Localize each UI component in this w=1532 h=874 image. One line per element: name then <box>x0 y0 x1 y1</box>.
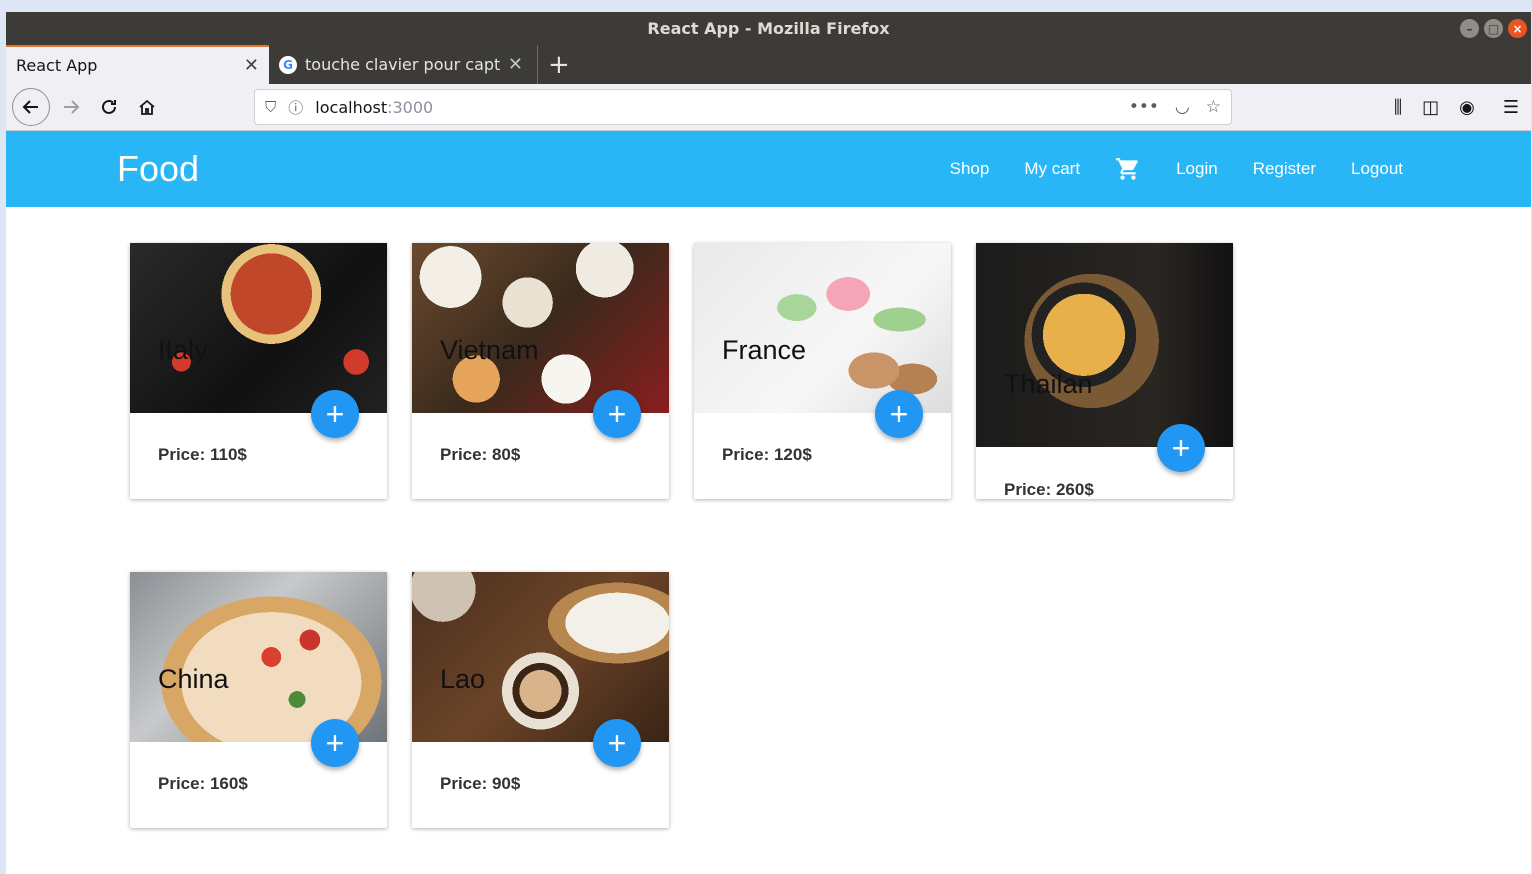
hamburger-menu-icon[interactable]: ☰ <box>1503 97 1519 118</box>
forward-arrow-icon <box>64 100 80 114</box>
product-price: Price: 120$ <box>722 445 812 464</box>
product-card-italy: Italy + Price: 110$ <box>130 243 387 499</box>
sidebar-icon[interactable]: ◫ <box>1422 97 1439 118</box>
library-icon[interactable]: ⫼ <box>1394 97 1402 118</box>
product-price: Price: 160$ <box>158 774 248 793</box>
product-card-lao: Lao + Price: 90$ <box>412 572 669 828</box>
product-price: Price: 90$ <box>440 774 521 793</box>
product-card-china: China + Price: 160$ <box>130 572 387 828</box>
add-to-cart-button[interactable]: + <box>311 390 359 438</box>
tab-react-app[interactable]: React App ✕ <box>6 45 269 84</box>
tab-close-icon[interactable]: ✕ <box>508 54 523 75</box>
product-image: Lao <box>412 572 669 742</box>
app-header: Food Shop My cart Login Register Logout <box>6 131 1531 207</box>
pocket-icon[interactable]: ◡ <box>1175 97 1190 117</box>
back-arrow-icon <box>22 100 38 114</box>
product-country: Italy <box>158 335 208 365</box>
product-card-thailand: Thailan + Price: 260$ <box>976 243 1233 499</box>
page-actions-icon[interactable]: ••• <box>1129 97 1159 117</box>
window-controls: – □ × <box>1460 19 1527 38</box>
tracking-shield-icon[interactable]: ⛉ <box>265 98 276 116</box>
product-image: Thailan <box>976 243 1233 447</box>
maximize-icon[interactable]: □ <box>1484 19 1503 38</box>
tab-label: React App <box>16 56 98 75</box>
menu-item-register[interactable]: Register <box>1253 159 1316 179</box>
new-tab-button[interactable]: + <box>537 45 580 84</box>
product-country: Vietnam <box>440 335 539 365</box>
add-to-cart-button[interactable]: + <box>1157 424 1205 472</box>
bookmark-star-icon[interactable]: ☆ <box>1206 97 1221 117</box>
account-icon[interactable]: ◉ <box>1459 97 1475 118</box>
forward-button[interactable] <box>54 90 88 124</box>
url-bar[interactable]: ⛉ ⓘ localhost:3000 ••• ◡ ☆ <box>254 89 1232 125</box>
product-country: China <box>158 664 229 694</box>
site-info-icon[interactable]: ⓘ <box>288 97 303 118</box>
window-titlebar: React App - Mozilla Firefox – □ × <box>6 12 1531 45</box>
minimize-icon[interactable]: – <box>1460 19 1479 38</box>
add-to-cart-button[interactable]: + <box>875 390 923 438</box>
navigation-toolbar: ⛉ ⓘ localhost:3000 ••• ◡ ☆ ⫼ ◫ ◉ ☰ <box>6 84 1531 131</box>
home-icon <box>139 99 155 115</box>
reload-button[interactable] <box>92 90 126 124</box>
product-country: Thailan <box>1004 369 1093 399</box>
product-price: Price: 260$ <box>1004 480 1094 499</box>
brand-title[interactable]: Food <box>117 148 199 190</box>
back-button[interactable] <box>12 88 50 126</box>
toolbar-right: ⫼ ◫ ◉ ☰ <box>1394 97 1525 118</box>
product-image: Vietnam <box>412 243 669 413</box>
window-title: React App - Mozilla Firefox <box>647 19 890 38</box>
shopping-cart-icon[interactable] <box>1115 156 1141 182</box>
add-to-cart-button[interactable]: + <box>311 719 359 767</box>
url-port: :3000 <box>387 97 434 117</box>
main-menu: Shop My cart Login Register Logout <box>950 156 1403 182</box>
close-window-icon[interactable]: × <box>1508 19 1527 38</box>
menu-item-shop[interactable]: Shop <box>950 159 990 179</box>
google-favicon-icon: G <box>279 55 297 74</box>
product-country: Lao <box>440 664 486 694</box>
add-to-cart-button[interactable]: + <box>593 719 641 767</box>
tab-label: touche clavier pour capt <box>305 55 501 74</box>
tab-strip: React App ✕ G touche clavier pour capt ✕… <box>6 45 1531 84</box>
url-host: localhost <box>315 97 388 117</box>
product-price: Price: 110$ <box>158 445 247 464</box>
product-card-france: France + Price: 120$ <box>694 243 951 499</box>
reload-icon <box>102 99 116 114</box>
product-grid: Italy + Price: 110$ Vietnam + Price: 80$… <box>6 207 1531 874</box>
product-image: Italy <box>130 243 387 413</box>
home-button[interactable] <box>130 90 164 124</box>
tab-google-search[interactable]: G touche clavier pour capt ✕ <box>269 45 533 84</box>
menu-item-login[interactable]: Login <box>1176 159 1218 179</box>
product-image: China <box>130 572 387 742</box>
menu-item-logout[interactable]: Logout <box>1351 159 1403 179</box>
product-image: France <box>694 243 951 413</box>
tab-close-icon[interactable]: ✕ <box>244 55 259 76</box>
product-price: Price: 80$ <box>440 445 521 464</box>
product-card-vietnam: Vietnam + Price: 80$ <box>412 243 669 499</box>
browser-window: React App - Mozilla Firefox – □ × React … <box>6 12 1531 874</box>
product-country: France <box>722 335 807 365</box>
add-to-cart-button[interactable]: + <box>593 390 641 438</box>
menu-item-my-cart[interactable]: My cart <box>1024 159 1080 179</box>
